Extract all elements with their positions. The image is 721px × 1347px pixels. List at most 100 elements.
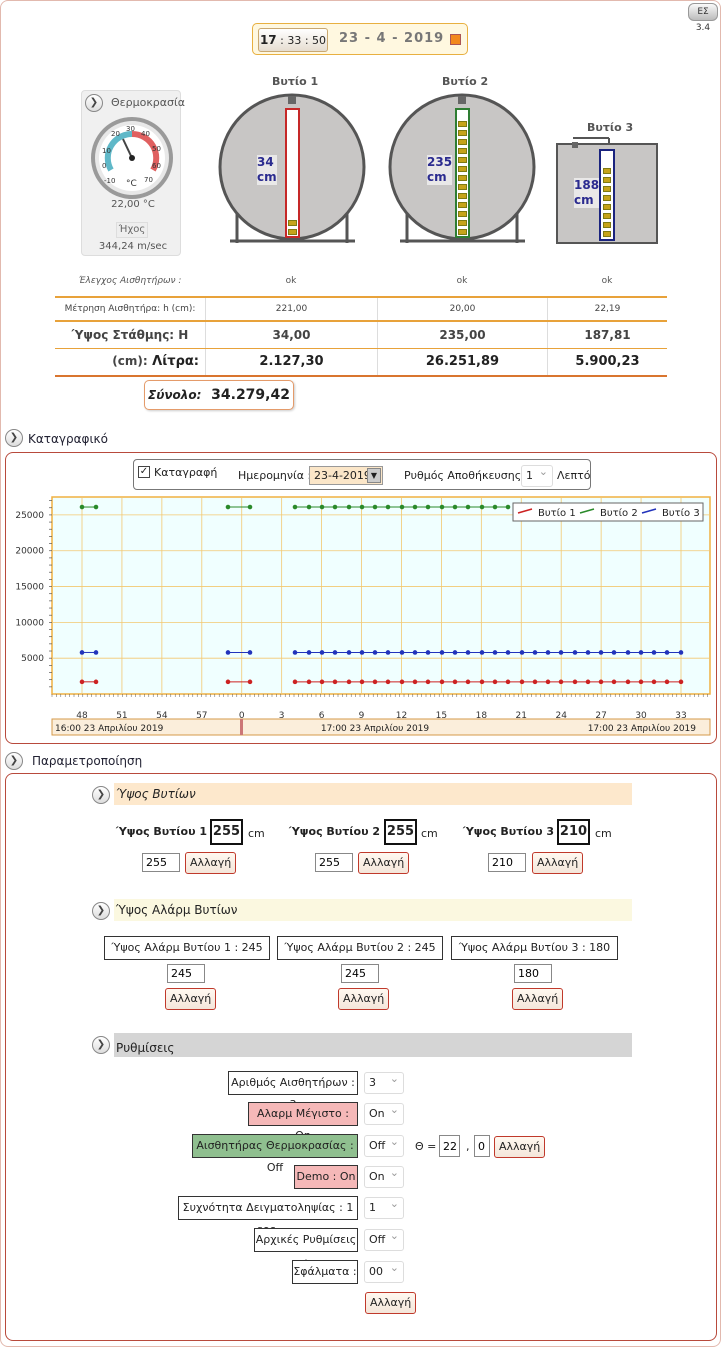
alarm-3-input[interactable] xyxy=(514,964,552,983)
level-chart: 500010000150002000025000 48 51 54 57 0 3 6 9 12 1… xyxy=(15,496,711,736)
data-point xyxy=(372,650,378,655)
tank-3-gauge xyxy=(602,152,612,238)
alarm-3-label: Ύψος Αλάρμ Βυτίου 3 : 180 cm xyxy=(451,936,618,976)
setting-select[interactable]: 00 xyxy=(364,1258,404,1283)
setting-select[interactable]: 3 xyxy=(364,1069,404,1094)
data-point xyxy=(247,650,253,655)
sensor-measure-row: Μέτρηση Αισθητήρα: h (cm): 221,00 20,00 … xyxy=(55,298,667,320)
settings-change-button[interactable]: Αλλαγή xyxy=(365,1292,417,1314)
gauge-segment xyxy=(603,177,611,183)
theta-input-2[interactable] xyxy=(474,1135,490,1157)
data-point xyxy=(385,504,391,510)
rate-select[interactable]: 1 xyxy=(521,462,553,487)
setting-label: Αισθητήρας Θερμοκρασίας : Off xyxy=(192,1134,358,1174)
tank-1-level: 34 cm xyxy=(257,155,277,185)
data-point xyxy=(93,504,99,510)
data-point xyxy=(519,650,525,655)
record-checkbox[interactable]: ✓ xyxy=(138,466,150,478)
logger-title: Καταγραφικό xyxy=(28,432,108,446)
tank-3-height-input[interactable] xyxy=(488,853,526,872)
time-label: 16:00 23 Απριλίου 2019 xyxy=(55,724,164,734)
setting-select[interactable]: On xyxy=(364,1163,404,1188)
version-badge[interactable]: ΕΣ 3.4 xyxy=(688,3,718,33)
data-point xyxy=(372,679,378,685)
data-point xyxy=(93,650,99,655)
litres-row: Λίτρα: 2.127,30 26.251,89 5.900,23 xyxy=(55,349,667,375)
data-point xyxy=(306,504,312,510)
tank-1-height-input[interactable] xyxy=(142,853,180,872)
y-tick-label: 20000 xyxy=(15,547,44,557)
gauge-segment xyxy=(603,168,611,174)
expand-icon[interactable]: ❯ xyxy=(85,94,103,112)
gauge-segment xyxy=(458,220,467,226)
setting-select[interactable]: Off xyxy=(364,1226,404,1251)
data-point xyxy=(225,650,231,655)
data-point xyxy=(412,650,418,655)
gauge-segment xyxy=(458,202,467,208)
params-title: Παραμετροποίηση xyxy=(32,754,143,768)
data-point xyxy=(479,504,485,510)
setting-select[interactable]: 1 xyxy=(364,1194,404,1219)
data-point xyxy=(346,504,352,510)
temperature-title: Θερμοκρασία xyxy=(111,96,185,109)
tank-2-height-unit: cm xyxy=(421,827,438,840)
params-expand-icon[interactable]: ❯ xyxy=(5,752,23,770)
tank-heights-expand-icon[interactable]: ❯ xyxy=(92,786,110,804)
alarm-expand-icon[interactable]: ❯ xyxy=(92,902,110,920)
theta-change-button[interactable]: Αλλαγή xyxy=(494,1136,546,1158)
setting-select[interactable]: On xyxy=(364,1100,404,1125)
alarm-3-change-button[interactable]: Αλλαγή xyxy=(512,988,564,1010)
setting-select[interactable]: Off xyxy=(364,1132,404,1157)
data-point xyxy=(79,504,85,510)
data-point xyxy=(598,679,604,685)
theta-separator: , xyxy=(466,1140,470,1153)
gauge-segment xyxy=(458,184,467,190)
tank-2-height-change-button[interactable]: Αλλαγή xyxy=(358,852,410,874)
sensor-check-row: Έλεγχος Αισθητήρων : ok ok ok xyxy=(78,276,613,286)
time-label: 17:00 23 Απριλίου 2019 xyxy=(321,724,430,734)
tank-2-level: 235 cm xyxy=(427,155,453,185)
data-point xyxy=(505,679,511,685)
sound-label: Ήχος xyxy=(116,222,148,238)
temperature-value: 22,00 °C xyxy=(111,199,155,210)
tank-2-height-label: Ύψος Βυτίου 2 : xyxy=(289,825,389,838)
legend-entry: Βυτίο 3 xyxy=(662,507,700,519)
alarm-title: Ύψος Αλάρμ Βυτίων xyxy=(114,899,632,921)
tank-1-height-label: Ύψος Βυτίου 1 : xyxy=(116,825,216,838)
setting-label: Αρχικές Ρυθμίσεις : xyxy=(254,1228,358,1268)
alarm-2-change-button[interactable]: Αλλαγή xyxy=(338,988,390,1010)
gauge-segment xyxy=(603,195,611,201)
level-height-row: Ύψος Στάθμης: H (cm): 34,00 235,00 187,8… xyxy=(55,322,667,368)
gauge-segment xyxy=(458,175,467,181)
theta-input-1[interactable] xyxy=(439,1135,460,1157)
data-point xyxy=(319,650,325,655)
legend-entry: Βυτίο 2 xyxy=(600,507,638,519)
data-point xyxy=(611,650,617,655)
data-point xyxy=(532,650,538,655)
data-point xyxy=(93,679,99,685)
data-point xyxy=(425,679,431,685)
gauge-segment xyxy=(603,204,611,210)
date-select[interactable]: 23-4-2019 ▼ xyxy=(309,466,383,485)
gauge-segment xyxy=(603,222,611,228)
alarm-1-input[interactable] xyxy=(167,964,205,983)
logger-controls: ✓ Καταγραφή Ημερομηνία : 23-4-2019 ▼ Ρυθμ… xyxy=(133,459,591,490)
data-point xyxy=(664,679,670,685)
alarm-1-change-button[interactable]: Αλλαγή xyxy=(165,988,217,1010)
data-point xyxy=(399,504,405,510)
data-point xyxy=(664,650,670,655)
data-point xyxy=(319,679,325,685)
settings-title: Ρυθμίσεις xyxy=(114,1033,632,1057)
data-point xyxy=(225,679,231,685)
tank-2-height-input[interactable] xyxy=(315,853,353,872)
settings-expand-icon[interactable]: ❯ xyxy=(92,1036,110,1054)
clock-panel: 17 : 33 : 50 23 - 4 - 2019 xyxy=(252,23,468,55)
tank-3-height-change-button[interactable]: Αλλαγή xyxy=(532,852,584,874)
data-point xyxy=(492,650,498,655)
logger-expand-icon[interactable]: ❯ xyxy=(5,429,23,447)
data-point xyxy=(558,650,564,655)
data-point xyxy=(545,650,551,655)
alarm-2-input[interactable] xyxy=(341,964,379,983)
y-tick-label: 25000 xyxy=(15,511,44,521)
tank-1-height-change-button[interactable]: Αλλαγή xyxy=(185,852,237,874)
